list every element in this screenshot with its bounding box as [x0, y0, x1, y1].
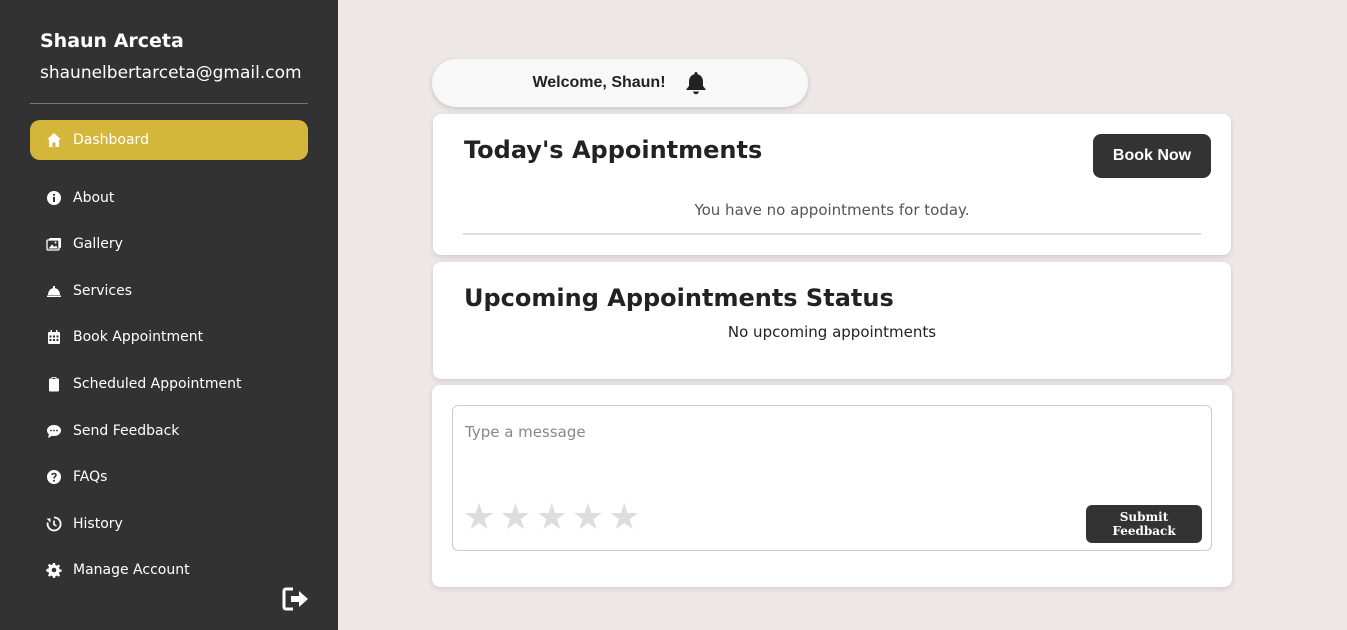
sidebar-item-book-appointment[interactable]: Book Appointment: [30, 317, 308, 357]
feedback-message-input[interactable]: [465, 420, 1065, 444]
images-icon: [45, 235, 63, 253]
sidebar-item-send-feedback[interactable]: Send Feedback: [30, 411, 308, 451]
star-rating: ★ ★ ★ ★ ★: [463, 498, 640, 538]
star-icon[interactable]: ★: [536, 498, 568, 538]
sidebar-item-label: Send Feedback: [73, 423, 180, 439]
welcome-text: Welcome, Shaun!: [532, 74, 666, 91]
home-icon: [45, 131, 63, 149]
upcoming-appointments-empty: No upcoming appointments: [727, 323, 937, 341]
sidebar-item-label: History: [73, 516, 123, 532]
todays-appointments-title: Today's Appointments: [464, 136, 763, 164]
todays-appointments-empty: You have no appointments for today.: [694, 201, 970, 219]
bell-icon[interactable]: [684, 70, 708, 96]
user-name: Shaun Arceta: [40, 30, 184, 52]
sidebar: Shaun Arceta shaunelbertarceta@gmail.com…: [0, 0, 338, 630]
todays-appointments-divider: [463, 233, 1201, 235]
sidebar-item-gallery[interactable]: Gallery: [30, 224, 308, 264]
comment-icon: [45, 422, 63, 440]
sidebar-item-label: Dashboard: [73, 132, 149, 148]
sidebar-item-label: Gallery: [73, 236, 123, 252]
info-icon: [45, 189, 63, 207]
sidebar-item-label: Scheduled Appointment: [73, 376, 242, 392]
welcome-banner: Welcome, Shaun!: [432, 59, 808, 107]
history-icon: [45, 515, 63, 533]
sidebar-item-manage-account[interactable]: Manage Account: [30, 550, 308, 590]
calendar-icon: [45, 328, 63, 346]
feedback-box: ★ ★ ★ ★ ★ Submit Feedback: [452, 405, 1212, 551]
sidebar-item-label: About: [73, 190, 115, 206]
question-icon: [45, 468, 63, 486]
star-icon[interactable]: ★: [608, 498, 640, 538]
sidebar-divider: [30, 103, 308, 104]
sidebar-item-label: FAQs: [73, 469, 108, 485]
sidebar-item-services[interactable]: Services: [30, 271, 308, 311]
book-now-button[interactable]: Book Now: [1093, 134, 1211, 178]
star-icon[interactable]: ★: [572, 498, 604, 538]
user-email: shaunelbertarceta@gmail.com: [40, 63, 302, 83]
upcoming-appointments-title: Upcoming Appointments Status: [464, 284, 894, 312]
feedback-card: ★ ★ ★ ★ ★ Submit Feedback: [432, 385, 1232, 587]
sidebar-item-about[interactable]: About: [30, 178, 308, 218]
star-icon[interactable]: ★: [499, 498, 531, 538]
sidebar-item-history[interactable]: History: [30, 504, 308, 544]
clipboard-icon: [45, 375, 63, 393]
sidebar-item-label: Book Appointment: [73, 329, 204, 345]
todays-appointments-card: Today's Appointments Book Now You have n…: [433, 114, 1231, 255]
gear-icon: [45, 561, 63, 579]
sidebar-item-label: Manage Account: [73, 562, 190, 578]
upcoming-appointments-card: Upcoming Appointments Status No upcoming…: [433, 262, 1231, 379]
submit-feedback-button[interactable]: Submit Feedback: [1086, 505, 1202, 543]
sidebar-item-dashboard[interactable]: Dashboard: [30, 120, 308, 160]
service-bell-icon: [45, 282, 63, 300]
sidebar-item-scheduled-appointment[interactable]: Scheduled Appointment: [30, 364, 308, 404]
logout-icon[interactable]: [282, 586, 310, 612]
sidebar-item-faqs[interactable]: FAQs: [30, 457, 308, 497]
star-icon[interactable]: ★: [463, 498, 495, 538]
sidebar-item-label: Services: [73, 283, 133, 299]
